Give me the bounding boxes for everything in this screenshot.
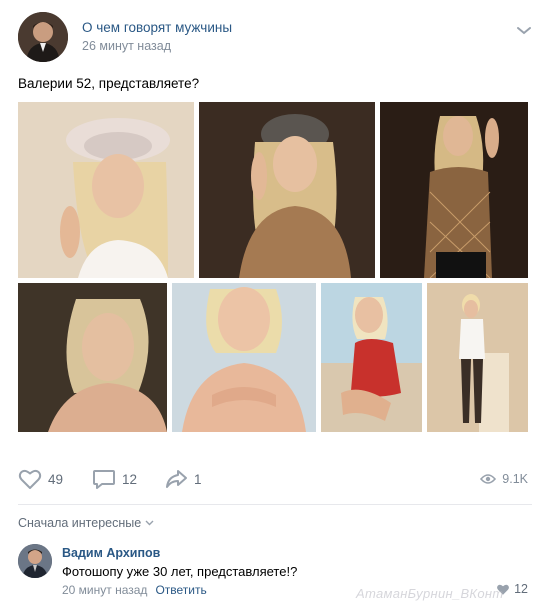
reply-button[interactable]: Ответить <box>155 583 206 597</box>
heart-icon <box>18 469 42 489</box>
comment-meta: 20 минут назад Ответить <box>62 583 207 597</box>
post-text: Валерии 52, представляете? <box>18 76 200 91</box>
group-avatar[interactable] <box>18 12 68 62</box>
share-button[interactable]: 1 <box>164 464 202 494</box>
like-button[interactable]: 49 <box>18 464 63 494</box>
eye-icon <box>480 474 497 484</box>
post-header: О чем говорят мужчины 26 минут назад <box>18 12 538 62</box>
photo-1[interactable] <box>18 102 194 278</box>
post-actions: 49 12 1 9.1K <box>18 464 532 494</box>
chevron-down-icon <box>145 520 154 526</box>
like-count: 49 <box>48 471 64 487</box>
share-count: 1 <box>194 471 202 487</box>
sort-label: Сначала интересные <box>18 516 142 530</box>
comment-button[interactable]: 12 <box>92 464 137 494</box>
views-count: 9.1K <box>502 472 528 486</box>
watermark: АтаманБурнин_ВКонт <box>356 586 504 601</box>
post-timestamp[interactable]: 26 минут назад <box>82 39 171 53</box>
share-icon <box>166 470 187 488</box>
photo-7[interactable] <box>427 283 528 432</box>
photo-4[interactable] <box>18 283 167 432</box>
comments-sort-dropdown[interactable]: Сначала интересные <box>18 516 154 530</box>
divider <box>18 504 532 505</box>
comment-icon <box>93 470 115 489</box>
comment-author-name[interactable]: Вадим Архипов <box>62 546 160 560</box>
comment-like-count: 12 <box>514 582 528 596</box>
views-counter: 9.1K <box>480 464 528 494</box>
photo-2[interactable] <box>199 102 375 278</box>
photo-6[interactable] <box>321 283 422 432</box>
comment-author-avatar[interactable] <box>18 544 52 578</box>
comment-count: 12 <box>122 471 138 487</box>
photo-5[interactable] <box>172 283 316 432</box>
group-name-link[interactable]: О чем говорят мужчины <box>82 20 232 35</box>
photo-3[interactable] <box>380 102 528 278</box>
comment-timestamp[interactable]: 20 минут назад <box>62 583 147 597</box>
comment-text: Фотошопу уже 30 лет, представляете!? <box>62 564 298 579</box>
chevron-down-icon[interactable] <box>516 24 532 36</box>
